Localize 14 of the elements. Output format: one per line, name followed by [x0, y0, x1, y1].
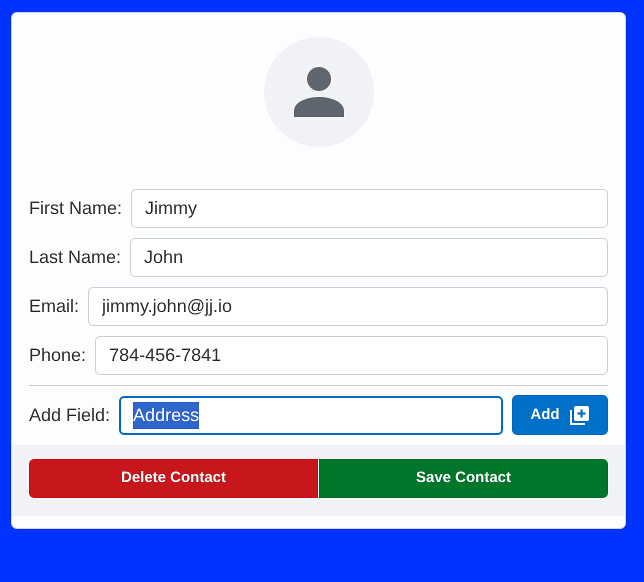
person-icon: [292, 67, 344, 117]
save-button[interactable]: Save Contact: [319, 459, 608, 498]
field-label: First Name:: [29, 197, 122, 220]
add-button[interactable]: Add: [512, 395, 608, 435]
field-label: Add Field:: [29, 404, 110, 426]
field-label: Email:: [29, 295, 80, 318]
add-icon: [570, 405, 590, 425]
field-label: Last Name:: [29, 246, 122, 269]
text-field[interactable]: 784-456-7841: [95, 336, 608, 375]
text-field[interactable]: Jimmy: [131, 189, 608, 228]
text-field[interactable]: Address: [119, 396, 503, 434]
field-label: Phone:: [29, 344, 86, 367]
text-field[interactable]: John: [130, 238, 608, 277]
delete-button[interactable]: Delete Contact: [29, 459, 319, 498]
